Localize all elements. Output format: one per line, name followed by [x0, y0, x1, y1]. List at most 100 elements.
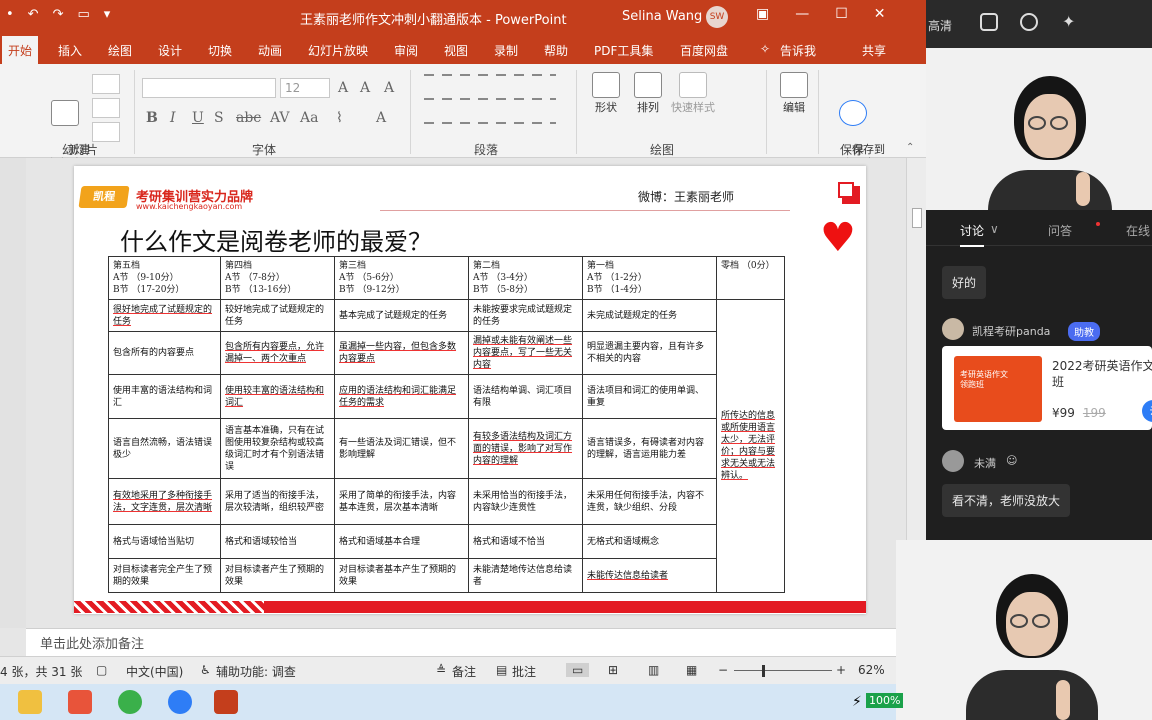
chevron-down-icon[interactable]: ∨ — [990, 222, 999, 236]
underline-button[interactable]: U — [192, 110, 204, 126]
zoom-in-icon[interactable]: + — [836, 663, 846, 677]
slideshow-view-icon[interactable]: ▦ — [686, 663, 697, 677]
settings-icon[interactable] — [1020, 13, 1038, 31]
tab-help[interactable]: 帮助 — [544, 42, 568, 59]
tab-slideshow[interactable]: 幻灯片放映 — [308, 42, 368, 59]
tell-me-input[interactable]: 告诉我 — [780, 42, 816, 59]
sorter-view-icon[interactable]: ⊞ — [608, 663, 618, 677]
tab-view[interactable]: 视图 — [444, 42, 468, 59]
reset-button[interactable] — [92, 98, 120, 118]
table-row: 包含所有的内容要点 包含所有内容要点，允许漏掉一、两个次重点 虽漏掉一些内容，但… — [108, 331, 785, 375]
customize-icon[interactable]: ▾ — [104, 7, 111, 22]
italic-button[interactable]: I — [170, 110, 176, 126]
table-row: 格式与语域恰当贴切 格式和语域较恰当 格式和语域基本合理 格式和语域不恰当 无格… — [108, 524, 785, 559]
direction-buttons[interactable] — [424, 98, 556, 100]
shapes-button[interactable]: 形状 — [588, 72, 624, 115]
clear-format-icon[interactable]: A — [384, 80, 394, 96]
spell-check-icon[interactable]: ▢ — [96, 663, 107, 677]
bold-button[interactable]: B — [146, 110, 158, 126]
slide-title[interactable]: 什么作文是阅卷老师的最爱？ — [120, 222, 432, 257]
tab-transitions[interactable]: 切换 — [208, 42, 232, 59]
zoom-slider-thumb[interactable] — [762, 665, 765, 677]
office-icon[interactable] — [68, 690, 92, 714]
maximize-button[interactable]: ☐ — [835, 6, 848, 22]
share-button[interactable]: 共享 — [862, 42, 886, 59]
normal-view-icon[interactable]: ▭ — [566, 663, 590, 677]
notes-pane[interactable]: 单击此处添加备注 — [26, 628, 906, 656]
course-card[interactable]: 考研英语作文 领跑班 2022考研英语作文 班 ¥99199 去 — [942, 346, 1152, 430]
thumbnail-pane[interactable] — [0, 158, 26, 628]
close-button[interactable]: ✕ — [874, 6, 886, 22]
new-slide-icon — [51, 100, 79, 126]
autosave-icon[interactable]: • — [6, 7, 14, 22]
notes-button[interactable]: 备注 — [452, 663, 476, 680]
browser-icon[interactable] — [118, 690, 142, 714]
present-icon[interactable]: ▭ — [77, 7, 89, 22]
pin-icon[interactable]: ✦ — [1062, 12, 1075, 31]
font-family-select[interactable] — [142, 78, 276, 98]
increase-font-icon[interactable]: A — [338, 80, 348, 96]
tab-review[interactable]: 审阅 — [394, 42, 418, 59]
tab-design[interactable]: 设计 — [158, 42, 182, 59]
redo-icon[interactable]: ↷ — [53, 7, 64, 22]
strikethrough-button[interactable]: abc — [236, 110, 261, 126]
list-buttons[interactable] — [424, 74, 556, 76]
minimize-button[interactable]: — — [795, 6, 809, 22]
tab-baidu-netdisk[interactable]: 百度网盘 — [680, 42, 728, 59]
brand-logo: 凯程 — [78, 186, 130, 208]
table-cell: 采用了简单的衔接手法，内容基本连贯，层次基本清晰 — [334, 478, 469, 525]
tab-home[interactable]: 开始 — [2, 36, 39, 64]
tab-qa[interactable]: 问答 — [1048, 222, 1072, 239]
table-header: 第三档 A节 （5-6分） B节 （9-12分） — [334, 256, 469, 300]
font-color-button[interactable]: A — [376, 110, 386, 126]
zoom-slider[interactable] — [734, 670, 832, 671]
course-price: ¥99 199 — [1052, 406, 1106, 420]
user-name[interactable]: Selina Wang — [622, 9, 702, 24]
editing-button[interactable]: 编辑 — [776, 72, 812, 115]
table-header: 第五档 A节 （9-10分） B节 （17-20分） — [108, 256, 221, 300]
align-buttons[interactable] — [424, 122, 556, 124]
app-icon[interactable] — [168, 690, 192, 714]
quick-styles-button[interactable]: 快速样式 — [668, 72, 718, 115]
accessibility-status[interactable]: 辅助功能: 调查 — [216, 663, 296, 680]
change-case-button[interactable]: Aa — [300, 110, 318, 126]
tab-insert[interactable]: 插入 — [58, 42, 82, 59]
tab-animations[interactable]: 动画 — [258, 42, 282, 59]
share-icon[interactable] — [980, 13, 998, 31]
tab-pdf-tools[interactable]: PDF工具集 — [594, 42, 653, 59]
layout-button[interactable] — [92, 74, 120, 94]
section-button[interactable] — [92, 122, 120, 142]
table-cell: 明显遗漏主要内容，且有许多不相关的内容 — [582, 331, 717, 375]
powerpoint-icon[interactable] — [214, 690, 238, 714]
tab-online[interactable]: 在线 — [1126, 222, 1150, 239]
collapse-ribbon-icon[interactable]: ⌃ — [906, 142, 914, 153]
avatar[interactable]: SW — [706, 6, 728, 28]
go-button[interactable]: 去 — [1142, 400, 1152, 422]
comments-button[interactable]: 批注 — [512, 663, 536, 680]
undo-icon[interactable]: ↶ — [28, 7, 39, 22]
decrease-font-icon[interactable]: A — [360, 80, 370, 96]
tab-draw[interactable]: 绘图 — [108, 42, 132, 59]
table-cell: 包含所有的内容要点 — [108, 331, 221, 375]
arrange-button[interactable]: 排列 — [630, 72, 666, 115]
zoom-out-icon[interactable]: − — [718, 663, 728, 677]
shadow-button[interactable]: S — [214, 110, 224, 126]
grading-table[interactable]: 第五档 A节 （9-10分） B节 （17-20分） 第四档 A节 （7-8分） B节 … — [108, 256, 785, 593]
char-spacing-button[interactable]: AV — [270, 110, 290, 126]
footer-hatch — [74, 601, 264, 613]
reading-view-icon[interactable]: ▥ — [648, 663, 659, 677]
battery-indicator[interactable]: 100% — [866, 693, 904, 708]
highlight-button[interactable]: ⌇ — [336, 110, 343, 126]
slide[interactable]: 凯程 考研集训营实力品牌 www.kaichengkaoyan.com 微博：王… — [74, 166, 866, 614]
language-indicator[interactable]: 中文(中国) — [126, 663, 183, 680]
header-divider — [380, 210, 790, 211]
scrollbar-thumb[interactable] — [912, 208, 922, 228]
quality-label[interactable]: 高清 — [928, 17, 952, 34]
font-size-select[interactable]: 12 — [280, 78, 330, 98]
table-cell: 未能按要求完成试题规定的任务 — [468, 299, 583, 332]
file-explorer-icon[interactable] — [18, 690, 42, 714]
zoom-level[interactable]: 62% — [858, 663, 885, 677]
tab-discussion[interactable]: 讨论 — [960, 222, 985, 247]
tab-record[interactable]: 录制 — [494, 42, 518, 59]
ribbon-display-icon[interactable]: ▣ — [756, 6, 769, 22]
